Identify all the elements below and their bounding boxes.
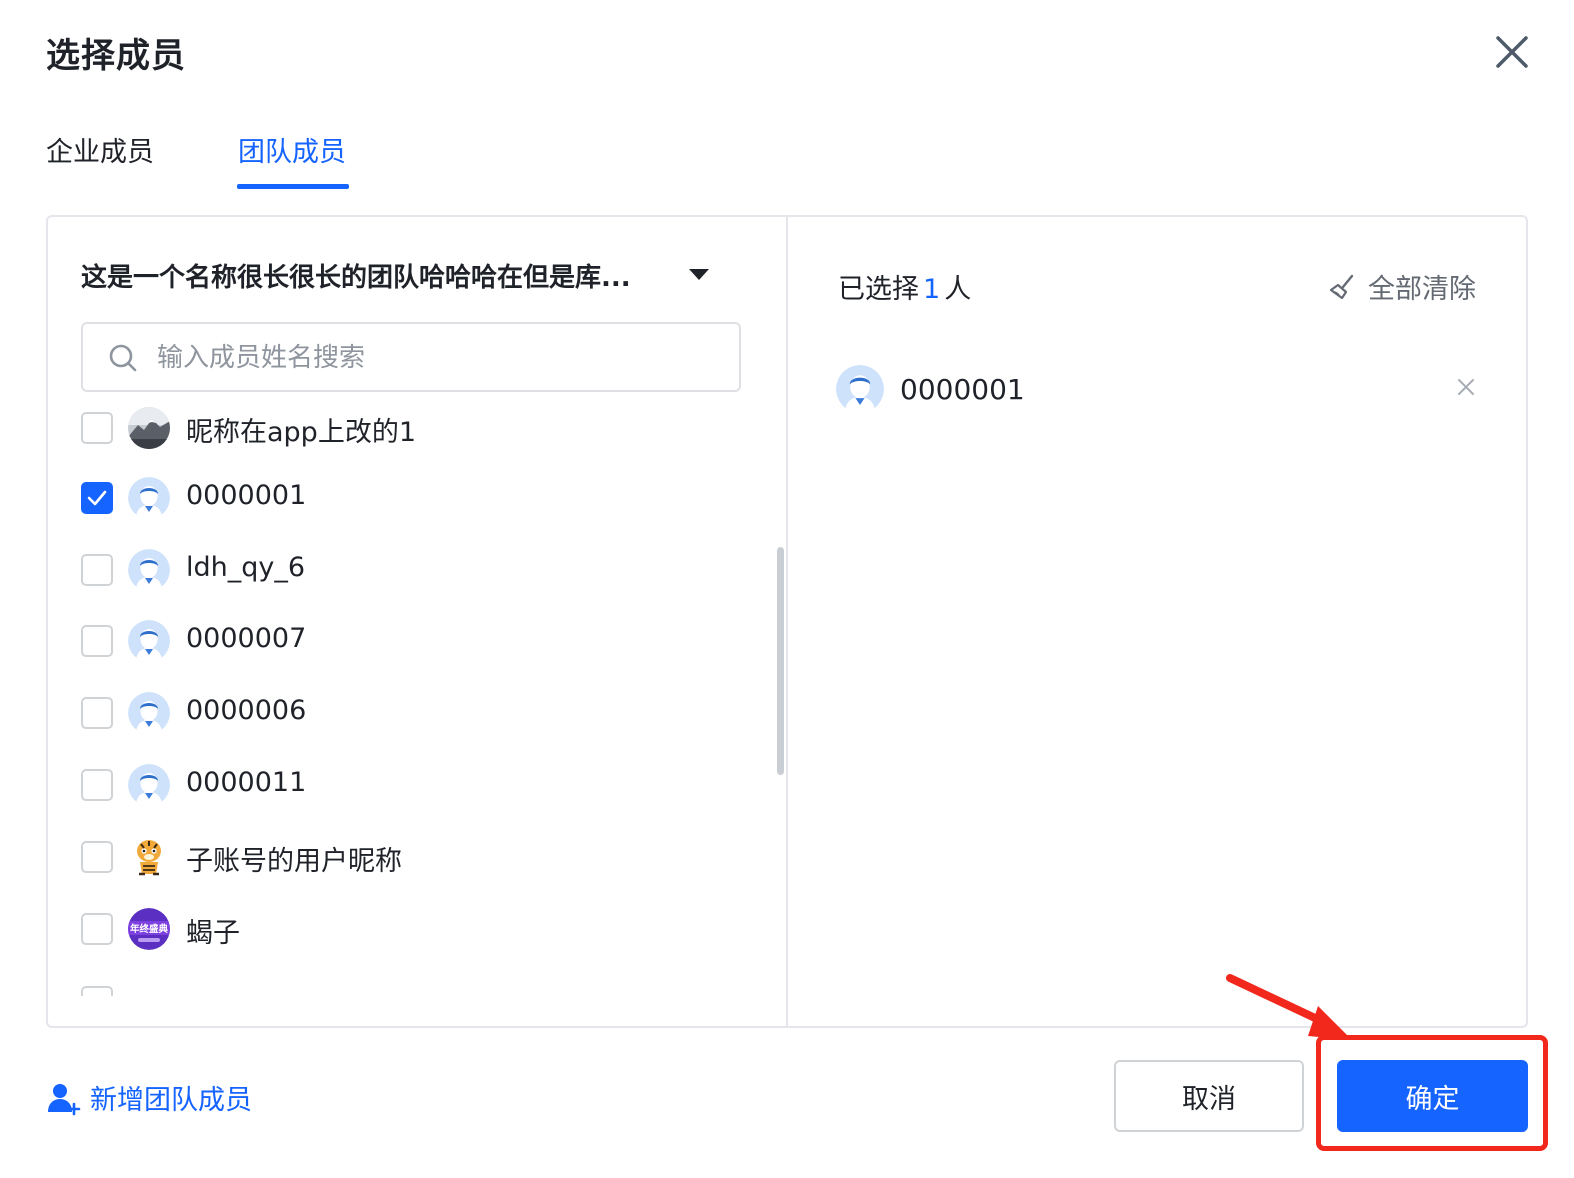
member-checkbox[interactable] (81, 769, 113, 801)
list-item[interactable]: 0000011 (81, 755, 741, 815)
member-name: 0000011 (186, 767, 307, 798)
purple-banner-avatar: 年终盛典 (128, 908, 170, 950)
member-list-pane: 这是一个名称很长很长的团队哈哈哈在但是库... 输入成员姓名搜索 昵称在app上… (48, 217, 788, 1026)
selected-suffix: 人 (944, 274, 972, 305)
list-item[interactable]: 昵称在app上改的1 (81, 402, 741, 458)
dialog-title: 选择成员 (46, 36, 186, 76)
add-team-member-label: 新增团队成员 (90, 1085, 252, 1116)
add-user-icon (48, 1084, 81, 1116)
team-name: 这是一个名称很长很长的团队哈哈哈在但是库... (81, 263, 631, 293)
clear-all-label: 全部清除 (1368, 274, 1476, 305)
default-user-avatar (128, 477, 170, 519)
avatar-banner-text: 年终盛典 (130, 923, 169, 935)
member-list: 昵称在app上改的1 0000001 ldh_qy_6 0000007 0000… (81, 402, 781, 996)
list-item[interactable] (81, 972, 741, 996)
tab-team-members[interactable]: 团队成员 (238, 130, 346, 169)
list-item[interactable]: 子账号的用户昵称 (81, 827, 741, 887)
selected-count: 1 (923, 274, 941, 305)
member-checkbox[interactable] (81, 913, 113, 945)
list-item[interactable]: ldh_qy_6 (81, 540, 741, 600)
close-icon[interactable] (1490, 30, 1534, 74)
list-item[interactable]: 0000007 (81, 611, 741, 671)
search-box[interactable] (81, 322, 741, 392)
close-icon[interactable] (1456, 377, 1476, 397)
default-user-avatar (128, 764, 170, 806)
confirm-button[interactable]: 确定 (1337, 1060, 1528, 1132)
member-name: 0000007 (186, 623, 307, 654)
default-user-avatar (128, 692, 170, 734)
broom-icon (1329, 274, 1354, 300)
member-name: 昵称在app上改的1 (186, 417, 417, 448)
default-user-avatar (128, 549, 170, 591)
list-item[interactable]: 年终盛典 蝎子 (81, 899, 741, 959)
selected-member-item: 0000001 (836, 365, 1486, 417)
member-name: ldh_qy_6 (186, 552, 306, 583)
active-tab-indicator (237, 184, 349, 189)
member-picker-panel: 这是一个名称很长很长的团队哈哈哈在但是库... 输入成员姓名搜索 昵称在app上… (46, 215, 1528, 1028)
mountain-photo-avatar (128, 407, 170, 449)
search-icon (109, 344, 137, 372)
team-dropdown[interactable]: 这是一个名称很长很长的团队哈哈哈在但是库... (81, 257, 721, 297)
selected-count-header: 已选择 1 人 (838, 267, 971, 306)
tab-enterprise-members[interactable]: 企业成员 (46, 130, 154, 169)
member-name: 0000001 (186, 480, 307, 511)
cancel-button[interactable]: 取消 (1114, 1060, 1304, 1132)
list-item[interactable]: 0000001 (81, 468, 741, 528)
member-checkbox[interactable] (81, 841, 113, 873)
member-checkbox[interactable] (81, 554, 113, 586)
member-list-scrollbar[interactable] (777, 547, 784, 775)
member-checkbox[interactable] (81, 986, 113, 996)
member-tabs: 企业成员 团队成员 (46, 130, 646, 192)
member-checkbox[interactable] (81, 625, 113, 657)
search-input[interactable] (157, 336, 717, 380)
select-members-dialog: 选择成员 企业成员 团队成员 这是一个名称很长很长的团队哈哈哈在但是库... 输… (0, 0, 1574, 1178)
selected-member-name: 0000001 (900, 373, 1025, 406)
default-user-avatar (836, 365, 884, 413)
member-checkbox-checked[interactable] (81, 482, 113, 514)
member-name: 0000006 (186, 695, 307, 726)
member-checkbox[interactable] (81, 412, 113, 444)
selected-members-pane: 已选择 1 人 全部清除 0000001 (788, 217, 1526, 1026)
tiger-cartoon-avatar (128, 836, 170, 878)
member-name: 子账号的用户昵称 (186, 846, 402, 877)
caret-down-icon (689, 269, 709, 280)
member-name: 蝎子 (186, 918, 240, 949)
list-item[interactable]: 0000006 (81, 683, 741, 743)
selected-prefix: 已选择 (838, 274, 919, 305)
member-checkbox[interactable] (81, 697, 113, 729)
default-user-avatar (128, 620, 170, 662)
